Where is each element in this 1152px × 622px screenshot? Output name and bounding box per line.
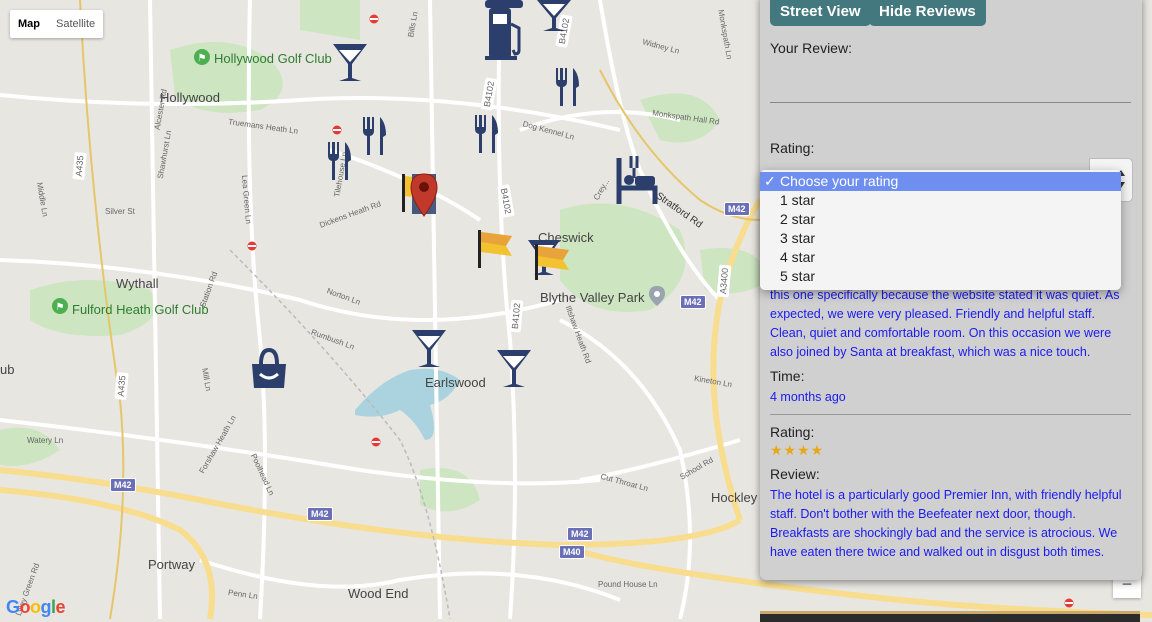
- wood-end-label: Wood End: [348, 586, 409, 601]
- golf-icon: ⚑: [194, 49, 210, 65]
- cocktail-icon[interactable]: [534, 0, 574, 34]
- google-logo: Google: [6, 597, 66, 617]
- ub-label: ub: [0, 362, 15, 377]
- svg-text:⚑: ⚑: [56, 302, 65, 313]
- option-label: 2 star: [780, 211, 816, 227]
- rating-option[interactable]: ✓ Choose your rating: [760, 172, 1121, 191]
- time-label: Time:: [770, 368, 805, 384]
- rail-station-icon: [371, 437, 381, 447]
- review-2-text: The hotel is a particularly good Premier…: [770, 486, 1131, 568]
- rating-label: Rating:: [770, 140, 815, 156]
- cocktail-icon[interactable]: [494, 348, 534, 390]
- shopping-bag-icon[interactable]: [248, 348, 290, 390]
- review-2-stars: ★★★★: [770, 442, 825, 458]
- road-shield: M42: [724, 202, 750, 216]
- road-shield: M42: [680, 295, 706, 309]
- review-2-review-label: Review:: [770, 466, 820, 482]
- option-label: 5 star: [780, 268, 816, 284]
- road-label: Watery Ln: [27, 436, 64, 445]
- flag-icon[interactable]: [476, 228, 516, 270]
- place-pin-icon[interactable]: [648, 285, 666, 307]
- rating-option[interactable]: 3 star: [760, 229, 1121, 248]
- rail-station-icon: [332, 125, 342, 135]
- road-shield: M42: [567, 527, 593, 541]
- review-input[interactable]: [770, 62, 1131, 103]
- rating-option[interactable]: 5 star: [760, 267, 1121, 286]
- restaurant-icon[interactable]: [472, 113, 500, 155]
- street-view-button[interactable]: Street View: [770, 0, 871, 26]
- info-panel: Street View Hide Reviews Your Review: Ra…: [760, 0, 1142, 580]
- option-label: 1 star: [780, 192, 816, 208]
- restaurant-icon[interactable]: [325, 140, 353, 182]
- restaurant-icon[interactable]: [360, 115, 388, 157]
- earlswood-label: Earlswood: [425, 375, 486, 390]
- review-2-body: The hotel is a particularly good Premier…: [770, 488, 1122, 559]
- cocktail-icon[interactable]: [409, 328, 449, 370]
- rail-station-icon: [247, 241, 257, 251]
- road-shield: M42: [110, 478, 136, 492]
- review-1-text: this one specifically because the websit…: [770, 286, 1131, 362]
- rating-option[interactable]: 1 star: [760, 191, 1121, 210]
- fuel-station-icon[interactable]: [483, 0, 525, 62]
- portway-label: Portway: [148, 557, 195, 572]
- hotel-icon[interactable]: [613, 154, 659, 206]
- review-2-rating-label: Rating:: [770, 424, 815, 440]
- option-label: 4 star: [780, 249, 816, 265]
- checkmark-icon: ✓: [764, 173, 776, 189]
- hockley-label: Hockley: [711, 490, 758, 505]
- blythe-label: Blythe Valley Park: [540, 290, 645, 305]
- hollywood-label: Hollywood: [160, 90, 220, 105]
- rating-option[interactable]: 2 star: [760, 210, 1121, 229]
- rail-station-icon: [369, 14, 379, 24]
- cocktail-icon[interactable]: [330, 42, 370, 84]
- location-pin-icon[interactable]: [409, 172, 439, 218]
- golf-icon: ⚑: [52, 298, 68, 314]
- restaurant-icon[interactable]: [553, 66, 581, 108]
- road-shield: A435: [114, 372, 129, 400]
- option-label: 3 star: [780, 230, 816, 246]
- hollywood-golf-label: Hollywood Golf Club: [214, 51, 332, 66]
- rating-option[interactable]: 4 star: [760, 248, 1121, 267]
- rating-dropdown-menu[interactable]: ✓ Choose your rating 1 star 2 star 3 star…: [760, 170, 1121, 290]
- review-1-body: this one specifically because the websit…: [770, 288, 1120, 359]
- road-shield: M42: [307, 507, 333, 521]
- svg-text:⚑: ⚑: [198, 53, 207, 64]
- road-shield: M40: [559, 545, 585, 559]
- image-strip: [760, 611, 1140, 622]
- road-label: Pound House Ln: [598, 580, 658, 589]
- wythall-label: Wythall: [116, 276, 159, 291]
- road-shield: A435: [72, 152, 87, 180]
- road-label: Silver St: [105, 207, 135, 216]
- option-label: Choose your rating: [780, 173, 899, 189]
- flag-icon[interactable]: [533, 242, 573, 282]
- rail-station-icon: [1064, 598, 1074, 608]
- map-type-map-button[interactable]: Map: [10, 10, 48, 38]
- your-review-label: Your Review:: [770, 40, 852, 56]
- map-type-control: Map Satellite: [10, 10, 104, 38]
- review-separator: [770, 414, 1131, 415]
- map-type-satellite-button[interactable]: Satellite: [48, 10, 103, 38]
- review-1-time: 4 months ago: [770, 390, 846, 404]
- hide-reviews-button[interactable]: Hide Reviews: [869, 0, 986, 26]
- fulford-label: Fulford Heath Golf Club: [72, 302, 209, 317]
